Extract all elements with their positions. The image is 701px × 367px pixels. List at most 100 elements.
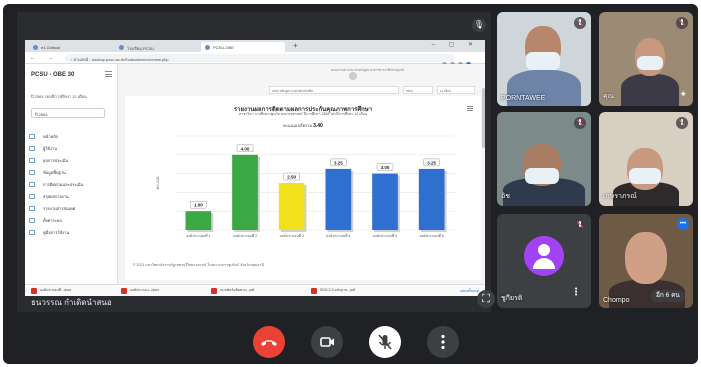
sidebar-item[interactable]: หน้าหลัก: [29, 130, 115, 142]
presenter-name: ธนวรรณ กำเดิดนำสนอ: [31, 298, 112, 307]
browser-tab[interactable]: โรงเรียน PCSU: [115, 42, 199, 52]
browser-tab-bar: e1.Outlook โรงเรียน PCSU PCSU-OBE + – ▢ …: [25, 40, 485, 52]
y-axis-label: คะแนน: [155, 176, 160, 189]
window-controls[interactable]: – ▢ ✕: [432, 41, 479, 48]
end-call-button[interactable]: [253, 326, 285, 358]
participant-name: คุณ: [603, 93, 615, 100]
muted-mic-icon: [574, 17, 586, 29]
app-title: PCSU - OBE 30: [31, 72, 75, 78]
main-content: คณะกรรมการประจำหลักสูตร สาขาวิชาการศึกษา…: [119, 64, 485, 284]
program-filter[interactable]: 2550 หลักสูตร ครุศาสตรบัณฑิต: [269, 86, 399, 94]
participant-tile[interactable]: เกษราภรณ์: [599, 112, 693, 206]
data-label: 1.00: [194, 203, 203, 208]
fullscreen-icon[interactable]: ⛶: [477, 290, 495, 308]
user-avatar[interactable]: [349, 72, 357, 80]
data-label: 2.50: [287, 175, 296, 180]
sidebar-item[interactable]: ผลการประเมิน: [29, 154, 115, 166]
avatar: [524, 236, 564, 276]
download-item[interactable]: องค์ประกอบที่...docx: [31, 287, 71, 295]
download-item[interactable]: SDG 2.3 หลักฐาน...pdf: [311, 287, 355, 295]
bar: [278, 183, 305, 230]
sidebar-item[interactable]: ผู้ใช้งาน: [29, 142, 115, 154]
sidebar-subtitle: ปี 2564 รอบปีการศึกษา 12 เดือน: [31, 94, 87, 99]
sidebar-menu: หน้าหลัก ผู้ใช้งาน ผลการประเมิน ข้อมูลพื…: [29, 130, 115, 238]
participant-name: ชูกียรติ: [501, 295, 523, 302]
person-figure: [621, 74, 679, 106]
browser-extension-icons[interactable]: [439, 54, 479, 67]
menu-item-icon: [29, 157, 35, 163]
muted-mic-icon: [574, 219, 586, 231]
menu-item-icon: [29, 145, 35, 151]
score-value: 3.40: [313, 123, 323, 129]
sidebar-item[interactable]: รายงานสารสนเทศ: [29, 202, 115, 214]
new-tab-button[interactable]: +: [293, 41, 298, 50]
muted-mic-icon: [676, 17, 688, 29]
participant-tile[interactable]: อิช: [497, 112, 591, 206]
face-mask: [525, 168, 559, 184]
scrollbar[interactable]: [482, 88, 485, 148]
sidebar-item[interactable]: คู่มือการใช้งาน: [29, 226, 115, 238]
download-item[interactable]: องค์ประกอบ...docx: [121, 287, 159, 295]
more-options-button[interactable]: [427, 326, 459, 358]
period-filter[interactable]: 12 เดือน: [437, 86, 475, 94]
participant-name: เกษราภรณ์: [603, 193, 637, 200]
year-select[interactable]: ปี 2564: [31, 108, 105, 118]
bar: [185, 211, 212, 230]
x-tick-label: องค์ประกอบที่ 4: [326, 233, 350, 238]
menu-item-icon: [29, 205, 35, 211]
bar: [418, 168, 445, 230]
browser-tab-active[interactable]: PCSU-OBE: [201, 42, 285, 52]
menu-item-icon: [29, 217, 35, 223]
menu-item-icon: [29, 181, 35, 187]
microphone-toggle-button[interactable]: [369, 326, 401, 358]
effects-sparkle-icon[interactable]: ✦: [679, 89, 687, 100]
participant-tile[interactable]: ชูกียรติ ⋮: [497, 214, 591, 308]
speaking-indicator-icon: •••: [677, 218, 689, 230]
participant-tile[interactable]: PORNTAWEE: [497, 12, 591, 106]
muted-mic-icon: [676, 117, 688, 129]
menu-item-icon: [29, 229, 35, 235]
bar: [325, 168, 352, 230]
chart-subtitle: สาขาวิชา การศึกษาปฐมวัย คณะครุศาสตร์ ปีก…: [238, 112, 368, 116]
sidebar-item[interactable]: ข้อมูลพื้นฐาน: [29, 166, 115, 178]
bar-chart: คะแนน 1.00 องค์ประกอบที่ 1 4.00 องค์ประกอบที…: [155, 135, 455, 238]
mic-off-icon: [378, 334, 392, 350]
participant-tile[interactable]: ••• Chompo อีก 6 คน: [599, 214, 693, 308]
chart-menu-icon[interactable]: [467, 106, 473, 111]
hamburger-menu-icon[interactable]: [105, 71, 112, 77]
data-label: 3.00: [381, 165, 390, 170]
year-filter[interactable]: 2564: [403, 86, 433, 94]
face-mask: [637, 56, 663, 70]
tab-favicon-icon: [33, 45, 38, 50]
vertical-dots-icon: [441, 334, 445, 350]
more-options-icon[interactable]: ⋮: [571, 287, 581, 298]
camera-button[interactable]: [311, 326, 343, 358]
call-controls: [3, 320, 698, 364]
app-sidebar: PCSU - OBE 30 ปี 2564 รอบปีการศึกษา 12 เ…: [25, 64, 118, 284]
presentation-view: 🎙 e1.Outlook โรงเรียน PCSU PCSU-OBE + – …: [17, 12, 495, 312]
address-bar-row: ← → ⟳ ‹ ยานสดมี - backup.pcsu.ac.th/Eval…: [25, 52, 485, 67]
sidebar-item[interactable]: การติดตามและประเมิน: [29, 178, 115, 190]
data-label: 3.25: [334, 160, 343, 165]
tab-favicon-icon: [205, 45, 210, 50]
data-label: 4.00: [241, 146, 250, 151]
browser-tab[interactable]: e1.Outlook: [29, 42, 113, 52]
person-figure: [625, 232, 667, 284]
downloads-bar: องค์ประกอบที่...docx องค์ประกอบ...docx แ…: [25, 284, 485, 296]
sidebar-item[interactable]: ตั้งค่าระบบ: [29, 214, 115, 226]
x-tick-label: องค์ประกอบที่ 5: [373, 233, 397, 238]
download-item[interactable]: แบบฟอร์มติดตาม...pdf: [211, 287, 254, 295]
score-label: คะแนนเฉลี่ยรวม: [283, 123, 312, 128]
tab-favicon-icon: [119, 45, 124, 50]
menu-item-icon: [29, 133, 35, 139]
participant-tile[interactable]: คุณ ✦: [599, 12, 693, 106]
data-label: 3.25: [427, 160, 436, 165]
sidebar-item[interactable]: สรุปผลรายงาน: [29, 190, 115, 202]
face-mask: [526, 52, 560, 70]
show-all-downloads-link[interactable]: แสดงทั้งหมด: [460, 288, 479, 294]
more-participants-count[interactable]: อีก 6 คน: [651, 290, 685, 302]
url-input[interactable]: ‹ ยานสดมี - backup.pcsu.ac.th/Evaluation…: [65, 54, 455, 62]
camera-icon: [320, 337, 334, 347]
participant-name: PORNTAWEE: [501, 95, 546, 102]
bar: [232, 154, 258, 230]
